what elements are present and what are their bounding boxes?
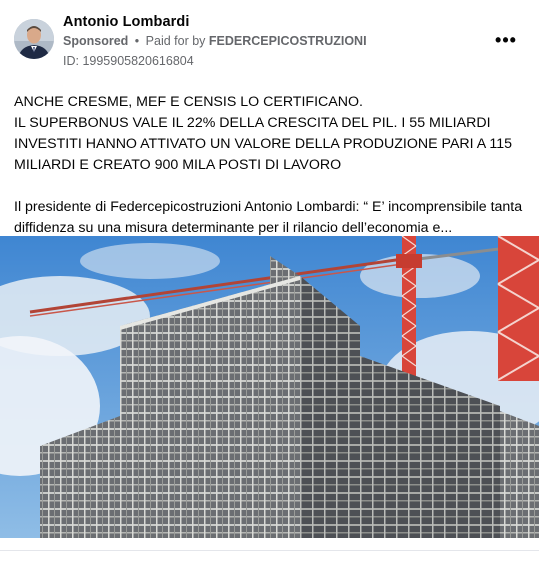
author-avatar[interactable] bbox=[14, 19, 54, 59]
avatar-image bbox=[14, 19, 54, 59]
headline-line: ANCHE CRESME, MEF E CENSIS LO CERTIFICAN… bbox=[14, 94, 363, 110]
separator-dot: • bbox=[134, 34, 140, 48]
paid-for-prefix: Paid for by bbox=[145, 34, 206, 48]
post-image[interactable] bbox=[0, 236, 539, 538]
sponsored-line: Sponsored • Paid for by FEDERCEPICOSTRUZ… bbox=[63, 34, 367, 48]
sponsored-label[interactable]: Sponsored bbox=[63, 34, 128, 48]
author-name[interactable]: Antonio Lombardi bbox=[63, 14, 189, 30]
post-header: Antonio Lombardi Sponsored • Paid for by… bbox=[0, 0, 539, 80]
card-divider bbox=[0, 550, 539, 551]
more-options-button[interactable]: ••• bbox=[492, 30, 520, 50]
construction-site-image bbox=[0, 236, 539, 538]
ad-id: ID: 1995905820616804 bbox=[63, 54, 194, 68]
post-text: ANCHE CRESME, MEF E CENSIS LO CERTIFICAN… bbox=[14, 92, 529, 239]
sponsor-name[interactable]: FEDERCEPICOSTRUZIONI bbox=[209, 34, 367, 48]
more-options-icon: ••• bbox=[495, 30, 517, 50]
post-paragraph: Il presidente di Federcepicostruzioni An… bbox=[14, 199, 523, 236]
ad-post-card: Antonio Lombardi Sponsored • Paid for by… bbox=[0, 0, 539, 563]
headline-line: IL SUPERBONUS VALE IL 22% DELLA CRESCITA… bbox=[14, 115, 512, 173]
